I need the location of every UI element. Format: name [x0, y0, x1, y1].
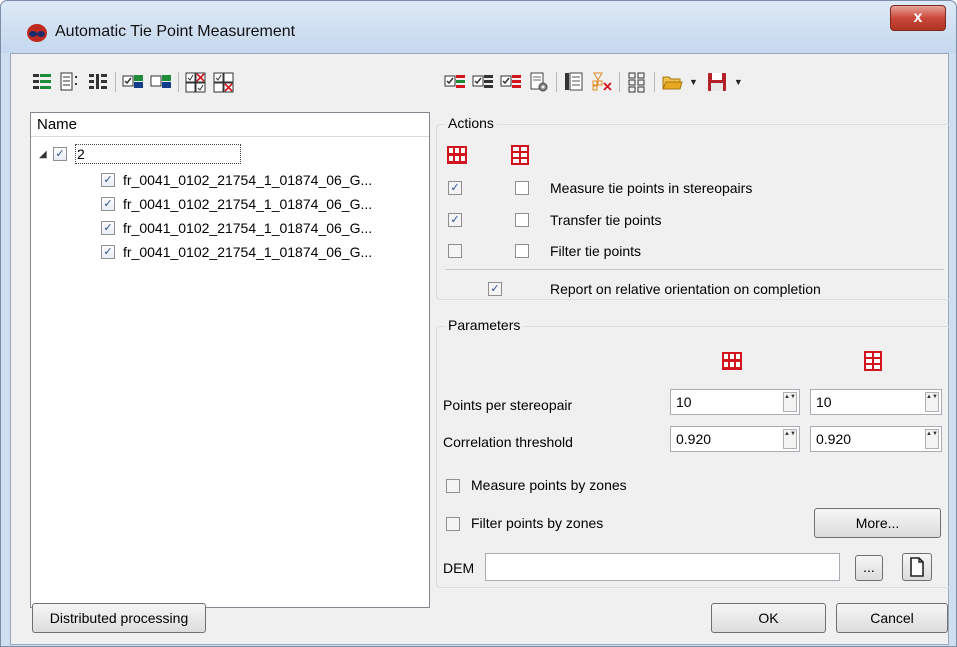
toolbar-separator — [556, 72, 557, 92]
check-pairs-icon[interactable] — [444, 71, 466, 93]
stereopair-mode-icon — [447, 146, 467, 164]
dialog-client-area: ▼ ▼ Name ◢ ✓ 2 ✓ fr_0041_0102_21754_1_01… — [10, 53, 951, 645]
filter-zones-label: Filter points by zones — [471, 515, 604, 531]
expand-all-icon[interactable] — [31, 71, 53, 93]
filter-col1-checkbox[interactable] — [448, 244, 462, 258]
spin-arrows-icon[interactable]: ▲▼ — [925, 429, 939, 449]
corr-strip-spinbox[interactable]: 0.920 ▲▼ — [810, 426, 942, 452]
check-all-icon[interactable] — [185, 71, 207, 93]
uncheck-pairs-icon[interactable] — [472, 71, 494, 93]
open-folder-icon[interactable] — [661, 71, 683, 93]
tree-toolbar — [31, 69, 241, 95]
points-strip-spinbox[interactable]: 10 ▲▼ — [810, 389, 942, 415]
dem-label: DEM — [443, 560, 475, 576]
distributed-processing-button[interactable]: Distributed processing — [32, 603, 206, 633]
actions-group: Actions ✓ Measure tie points in stereopa… — [436, 115, 951, 300]
actions-group-title: Actions — [445, 115, 497, 131]
measure-stereo-label: Measure tie points in stereopairs — [550, 180, 753, 196]
tree-item[interactable]: ✓ fr_0041_0102_21754_1_01874_06_G... — [101, 217, 372, 239]
points-stereopair-value: 10 — [676, 394, 692, 410]
new-dem-button[interactable] — [902, 553, 932, 581]
toolbar-separator — [654, 72, 655, 92]
close-button[interactable]: x — [890, 5, 946, 31]
measure-stereo-col2-checkbox[interactable] — [515, 181, 529, 195]
grid-points-icon[interactable] — [626, 71, 648, 93]
more-button[interactable]: More... — [814, 508, 941, 538]
correlation-threshold-label: Correlation threshold — [443, 434, 573, 450]
image-tree[interactable]: Name ◢ ✓ 2 ✓ fr_0041_0102_21754_1_01874_… — [30, 112, 430, 608]
transfer-col2-checkbox[interactable] — [515, 213, 529, 227]
tree-item[interactable]: ✓ fr_0041_0102_21754_1_01874_06_G... — [101, 241, 372, 263]
parameters-group: Parameters Points per stereopair 10 ▲▼ 1… — [436, 317, 951, 588]
collapse-arrow-icon[interactable]: ◢ — [39, 149, 53, 160]
toolbar-separator — [178, 72, 179, 92]
corr-strip-value: 0.920 — [816, 431, 852, 447]
actions-divider — [445, 269, 944, 270]
item-checkbox[interactable]: ✓ — [101, 197, 115, 211]
uncheck-all-icon[interactable] — [213, 71, 235, 93]
app-icon — [27, 24, 47, 42]
select-pairs-icon[interactable] — [500, 71, 522, 93]
list-view-icon[interactable] — [59, 71, 81, 93]
save-dropdown-arrow-icon[interactable]: ▼ — [734, 77, 743, 87]
tree-root-label: 2 — [75, 144, 241, 164]
transfer-col1-checkbox[interactable]: ✓ — [448, 213, 462, 227]
measure-zones-label: Measure points by zones — [471, 477, 627, 493]
tree-item-label: fr_0041_0102_21754_1_01874_06_G... — [123, 244, 373, 260]
check-selected-icon[interactable] — [122, 71, 144, 93]
item-checkbox[interactable]: ✓ — [101, 245, 115, 259]
uncheck-selected-icon[interactable] — [150, 71, 172, 93]
cancel-button[interactable]: Cancel — [836, 603, 948, 633]
columns-view-icon[interactable] — [87, 71, 109, 93]
strip-params-icon — [864, 351, 882, 371]
spin-arrows-icon[interactable]: ▲▼ — [783, 392, 797, 412]
report-icon[interactable] — [563, 71, 585, 93]
dem-path-input[interactable] — [485, 553, 840, 581]
root-checkbox[interactable]: ✓ — [53, 147, 67, 161]
measure-zones-checkbox[interactable] — [446, 479, 460, 493]
report-label: Report on relative orientation on comple… — [550, 281, 821, 297]
tree-item[interactable]: ✓ fr_0041_0102_21754_1_01874_06_G... — [101, 193, 372, 215]
filter-zones-checkbox[interactable] — [446, 517, 460, 531]
tree-column-header[interactable]: Name — [31, 113, 429, 137]
stereopair-params-icon — [722, 352, 742, 370]
toolbar-separator — [619, 72, 620, 92]
transfer-label: Transfer tie points — [550, 212, 662, 228]
tree-item[interactable]: ✓ fr_0041_0102_21754_1_01874_06_G... — [101, 169, 372, 191]
item-checkbox[interactable]: ✓ — [101, 173, 115, 187]
corr-stereopair-spinbox[interactable]: 0.920 ▲▼ — [670, 426, 800, 452]
points-stereopair-spinbox[interactable]: 10 ▲▼ — [670, 389, 800, 415]
title-bar[interactable]: Automatic Tie Point Measurement x — [1, 1, 956, 53]
toolbar-separator — [115, 72, 116, 92]
tree-item-label: fr_0041_0102_21754_1_01874_06_G... — [123, 196, 373, 212]
spin-arrows-icon[interactable]: ▲▼ — [783, 429, 797, 449]
tree-item-label: fr_0041_0102_21754_1_01874_06_G... — [123, 220, 373, 236]
settings-doc-icon[interactable] — [528, 71, 550, 93]
tree-item-label: fr_0041_0102_21754_1_01874_06_G... — [123, 172, 373, 188]
filter-label: Filter tie points — [550, 243, 642, 259]
strip-mode-icon — [511, 145, 529, 165]
item-checkbox[interactable]: ✓ — [101, 221, 115, 235]
ok-button[interactable]: OK — [711, 603, 826, 633]
measure-stereo-col1-checkbox[interactable]: ✓ — [448, 181, 462, 195]
dialog-window: Automatic Tie Point Measurement x ▼ ▼ Na… — [0, 0, 957, 647]
save-icon[interactable] — [706, 71, 728, 93]
corr-stereopair-value: 0.920 — [676, 431, 712, 447]
points-per-stereopair-label: Points per stereopair — [443, 397, 573, 413]
spin-arrows-icon[interactable]: ▲▼ — [925, 392, 939, 412]
window-title: Automatic Tie Point Measurement — [55, 23, 296, 40]
points-strip-value: 10 — [816, 394, 832, 410]
main-toolbar: ▼ ▼ — [444, 69, 751, 95]
open-dropdown-arrow-icon[interactable]: ▼ — [689, 77, 698, 87]
parameters-group-title: Parameters — [445, 317, 524, 333]
report-checkbox[interactable]: ✓ — [488, 282, 502, 296]
filter-col2-checkbox[interactable] — [515, 244, 529, 258]
browse-dem-button[interactable]: ... — [855, 555, 883, 581]
clear-filter-icon[interactable] — [591, 71, 613, 93]
tree-root-row[interactable]: ◢ ✓ 2 — [39, 143, 241, 165]
new-document-icon — [910, 557, 924, 577]
